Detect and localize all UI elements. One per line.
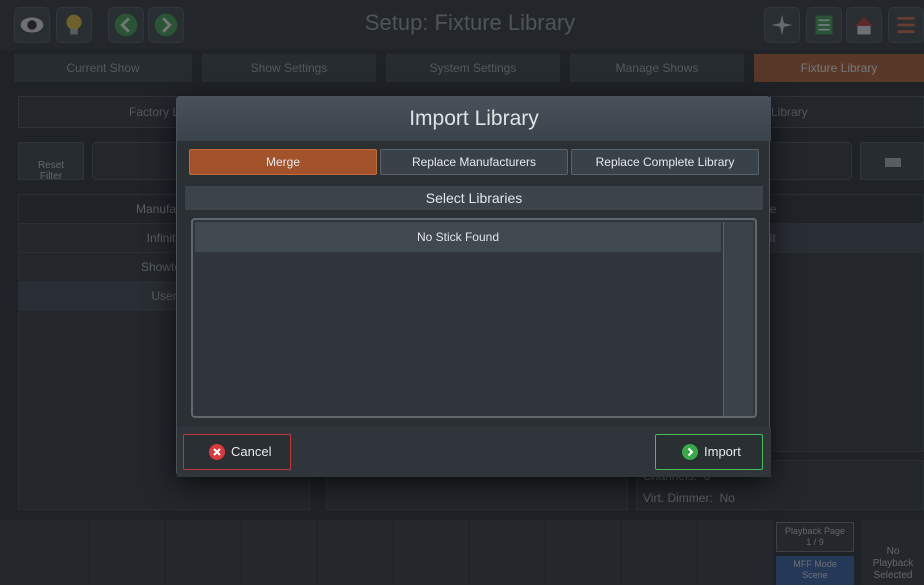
filter-input[interactable] xyxy=(92,142,182,180)
tab-fixture-library[interactable]: Fixture Library xyxy=(754,54,924,82)
bottom-slot[interactable] xyxy=(166,520,242,585)
select-libraries-header: Select Libraries xyxy=(185,186,763,210)
keyboard-button[interactable] xyxy=(860,142,924,180)
tab-show-settings[interactable]: Show Settings xyxy=(202,54,376,82)
library-list[interactable]: No Stick Found xyxy=(191,218,757,418)
spreadsheet-icon[interactable] xyxy=(806,7,842,43)
bulb-icon[interactable] xyxy=(56,7,92,43)
bottom-slot[interactable] xyxy=(0,520,90,585)
no-playback-selected: No Playback Selected xyxy=(862,520,924,585)
bottom-slot[interactable] xyxy=(470,520,546,585)
mff-mode-button[interactable]: MFF Mode Scene xyxy=(776,556,854,585)
list-scrollbar[interactable] xyxy=(723,222,753,416)
bottom-slot[interactable] xyxy=(622,520,698,585)
forward-arrow-icon[interactable] xyxy=(148,7,184,43)
tab-current-show[interactable]: Current Show xyxy=(14,54,192,82)
bottom-slot[interactable] xyxy=(394,520,470,585)
bottom-slot[interactable] xyxy=(90,520,166,585)
bottom-slot[interactable] xyxy=(698,520,774,585)
bottom-slot[interactable] xyxy=(242,520,318,585)
tab-manage-shows[interactable]: Manage Shows xyxy=(570,54,744,82)
import-arrow-icon xyxy=(682,444,698,460)
eye-icon[interactable] xyxy=(14,7,50,43)
tab-system-settings[interactable]: System Settings xyxy=(386,54,560,82)
bottom-slot[interactable] xyxy=(318,520,394,585)
reset-filter-button[interactable]: Reset Filter xyxy=(18,142,84,182)
sparkle-icon[interactable] xyxy=(764,7,800,43)
list-header: No Stick Found xyxy=(195,222,721,252)
back-arrow-icon[interactable] xyxy=(108,7,144,43)
virt-dimmer-row: Virt. Dimmer: No xyxy=(643,491,735,505)
page-title: Setup: Fixture Library xyxy=(364,10,576,35)
home-icon[interactable] xyxy=(846,7,882,43)
bottom-slot[interactable] xyxy=(546,520,622,585)
merge-option[interactable]: Merge xyxy=(189,149,377,175)
import-library-dialog: Import Library Merge Replace Manufacture… xyxy=(176,96,771,477)
import-button[interactable]: Import xyxy=(655,434,763,470)
menu-icon[interactable] xyxy=(888,7,924,43)
cancel-icon xyxy=(209,444,225,460)
dialog-title: Import Library xyxy=(177,97,771,141)
cancel-button[interactable]: Cancel xyxy=(183,434,291,470)
replace-complete-library-option[interactable]: Replace Complete Library xyxy=(571,149,759,175)
playback-page-button[interactable]: Playback Page 1 / 9 xyxy=(776,522,854,552)
replace-manufacturers-option[interactable]: Replace Manufacturers xyxy=(380,149,568,175)
keyboard-icon xyxy=(885,158,901,167)
